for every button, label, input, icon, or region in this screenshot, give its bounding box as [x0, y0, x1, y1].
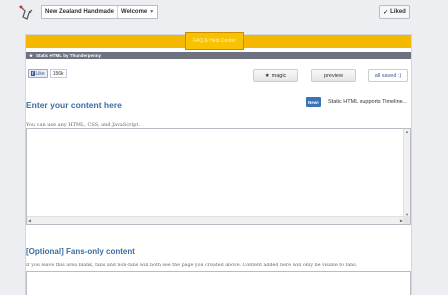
- facebook-icon: f: [31, 71, 35, 76]
- preview-button[interactable]: preview: [311, 69, 356, 82]
- scrollbar-corner: [403, 216, 410, 224]
- star-icon: ★: [29, 52, 34, 58]
- fans-only-hint: If you leave this area blank, fans and n…: [26, 263, 358, 268]
- app-title: Static HTML by Thunderpenny: [36, 53, 101, 58]
- welcome-tab-label: Welcome: [121, 9, 148, 15]
- chevron-down-icon: ▼: [149, 9, 155, 15]
- liked-button[interactable]: ✓ Liked: [379, 5, 410, 19]
- page: New Zealand Handmade Welcome ▼ ✓ Liked F…: [0, 0, 448, 295]
- content-heading: Enter your content here: [26, 100, 122, 110]
- fb-like-button[interactable]: f Like: [28, 69, 48, 78]
- fans-only-editor[interactable]: [26, 271, 411, 295]
- welcome-tab-dropdown[interactable]: Welcome ▼: [118, 6, 157, 18]
- like-widget: f Like 156k: [28, 69, 67, 78]
- liked-label: Liked: [390, 9, 406, 15]
- magic-button[interactable]: ★ magic: [253, 69, 298, 82]
- help-center-link[interactable]: FAQ & Help Center: [185, 32, 244, 50]
- like-count: 156k: [49, 69, 67, 78]
- fans-only-heading: [Optional] Fans-only content: [26, 247, 135, 256]
- vertical-scrollbar[interactable]: ▲ ▼: [403, 129, 410, 217]
- app-panel: FAQ & Help Center ★ Static HTML by Thund…: [25, 32, 412, 295]
- like-label: Like: [35, 70, 45, 77]
- check-icon: ✓: [383, 9, 389, 16]
- page-header: New Zealand Handmade Welcome ▼ ✓ Liked: [0, 0, 448, 24]
- timeline-support-link[interactable]: Static HTML supports Timeline...: [328, 99, 407, 105]
- page-name: New Zealand Handmade: [42, 6, 119, 18]
- magic-label: magic: [271, 72, 287, 79]
- scroll-up-icon[interactable]: ▲: [405, 129, 409, 134]
- horizontal-scrollbar[interactable]: ◀ ▶: [27, 216, 404, 224]
- star-icon: ★: [264, 72, 270, 79]
- page-name-selector[interactable]: New Zealand Handmade Welcome ▼: [41, 5, 159, 19]
- save-status-button[interactable]: all saved :): [368, 69, 408, 82]
- kiwi-logo-icon: [19, 5, 33, 20]
- content-editor[interactable]: ▲ ▼ ◀ ▶: [26, 128, 411, 225]
- new-badge: New!: [306, 97, 321, 107]
- scroll-left-icon[interactable]: ◀: [28, 218, 31, 223]
- app-title-bar: ★ Static HTML by Thunderpenny: [26, 52, 411, 59]
